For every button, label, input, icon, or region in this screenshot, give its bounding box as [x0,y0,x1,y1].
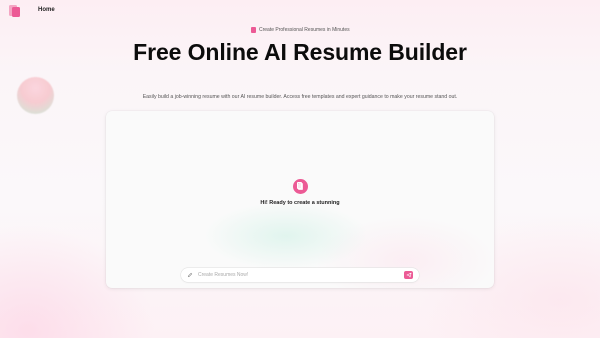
resume-icon [293,179,308,194]
page-subtitle: Easily build a job-winning resume with o… [142,94,458,100]
hero-badge: Create Professional Resumes in Minutes [251,25,350,35]
resume-prompt-input[interactable] [198,270,398,280]
decorative-gradient-orb [17,77,54,114]
logo-front-page [12,7,20,17]
send-button[interactable] [404,271,413,279]
pencil-icon [187,272,193,278]
chat-input-bar[interactable] [181,268,419,282]
logo-icon[interactable] [9,5,21,17]
document-icon [251,27,256,33]
chat-card: Hi! Ready to create a stunning [106,111,494,288]
assistant-greeting: Hi! Ready to create a stunning [260,200,340,206]
nav-home-link[interactable]: Home [38,7,55,13]
hero-badge-text: Create Professional Resumes in Minutes [259,27,350,33]
top-navigation: Home [0,0,600,24]
send-icon [406,272,411,278]
page-title: Free Online AI Resume Builder [133,39,467,65]
